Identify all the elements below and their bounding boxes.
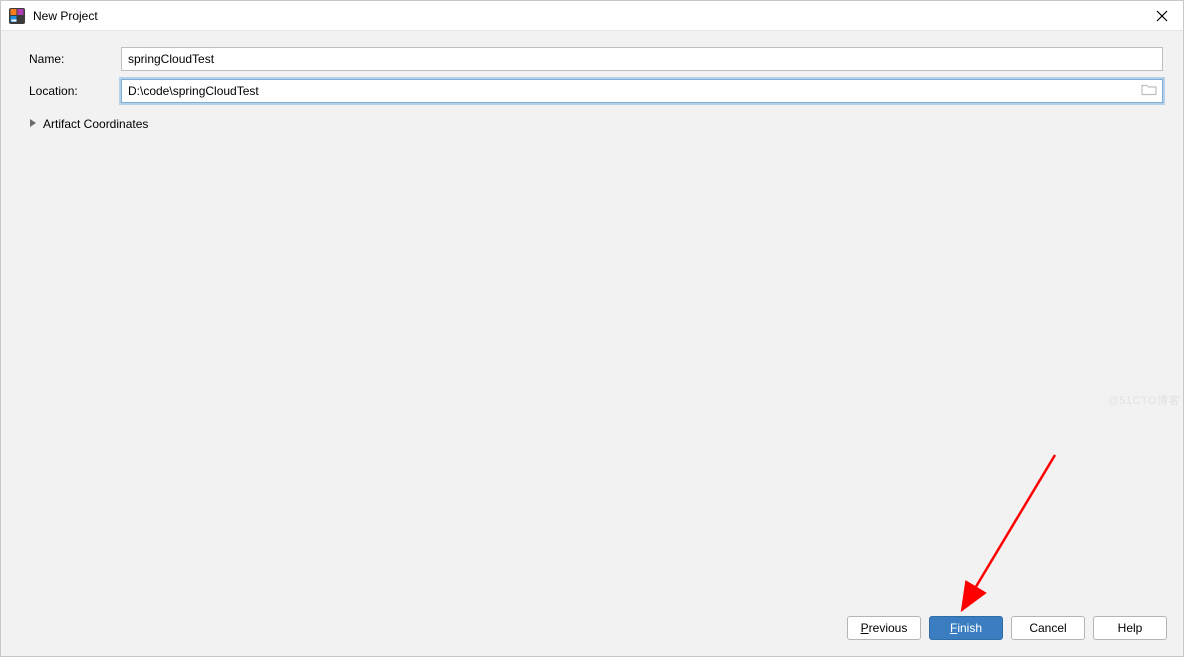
chevron-right-icon bbox=[29, 117, 37, 131]
help-button[interactable]: Help bbox=[1093, 616, 1167, 640]
location-label: Location: bbox=[21, 84, 121, 98]
dialog-title: New Project bbox=[33, 9, 1147, 23]
browse-folder-icon[interactable] bbox=[1141, 83, 1157, 100]
new-project-dialog: New Project Name: Location: bbox=[0, 0, 1184, 657]
cancel-button[interactable]: Cancel bbox=[1011, 616, 1085, 640]
location-input[interactable] bbox=[121, 79, 1163, 103]
name-row: Name: bbox=[21, 47, 1163, 71]
titlebar: New Project bbox=[1, 1, 1183, 31]
close-icon bbox=[1156, 10, 1168, 22]
dialog-content: Name: Location: Artifact C bbox=[1, 31, 1183, 608]
artifact-coordinates-label: Artifact Coordinates bbox=[43, 117, 148, 131]
close-button[interactable] bbox=[1147, 1, 1177, 31]
finish-button[interactable]: Finish bbox=[929, 616, 1003, 640]
dialog-footer: Previous Finish Cancel Help bbox=[1, 608, 1183, 656]
previous-button[interactable]: Previous bbox=[847, 616, 921, 640]
intellij-icon bbox=[9, 8, 25, 24]
artifact-coordinates-expander[interactable]: Artifact Coordinates bbox=[21, 111, 1163, 131]
location-row: Location: bbox=[21, 79, 1163, 103]
name-input[interactable] bbox=[121, 47, 1163, 71]
name-label: Name: bbox=[21, 52, 121, 66]
